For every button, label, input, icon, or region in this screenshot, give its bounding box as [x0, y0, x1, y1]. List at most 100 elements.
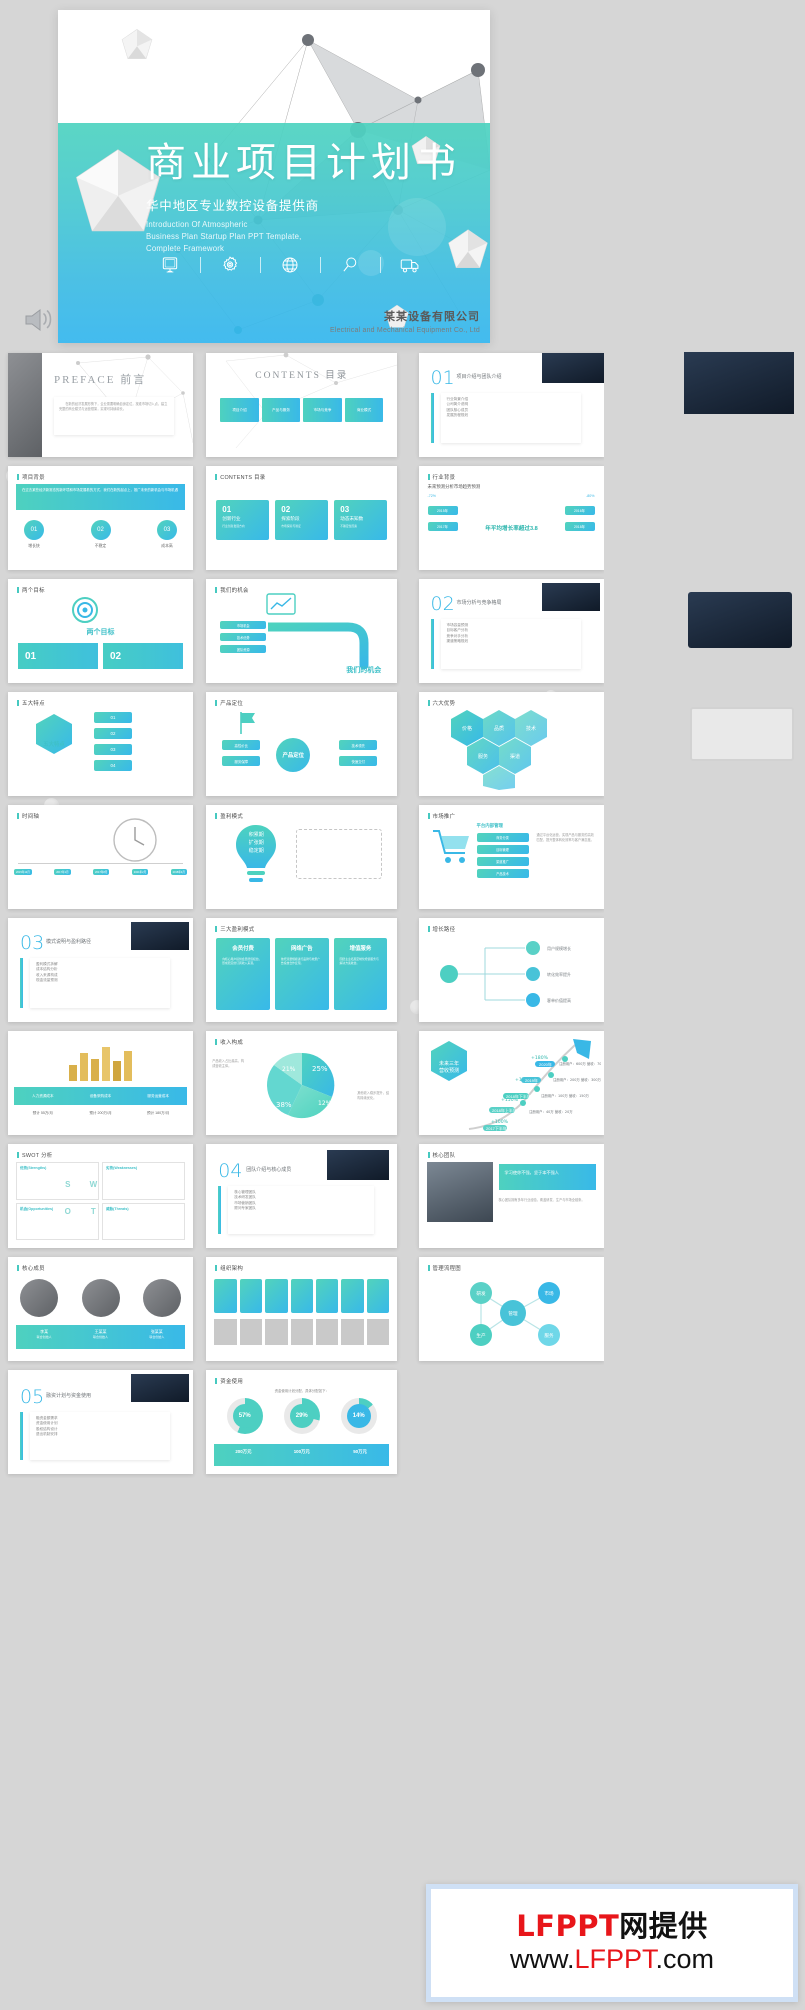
- pie-chart: 25% 38% 12% 21%: [267, 1052, 335, 1119]
- thumb-cell[interactable]: 收入构成 25% 38% 12% 21% 产品收入占比最高，构成营收主体。 其他…: [201, 1026, 402, 1139]
- slide-thumbnail[interactable]: 核心成员 李某 联合创始人 王某某 联合创始人 张某某 联合创始人: [8, 1257, 193, 1361]
- thumb-cell[interactable]: 核心团队 学习使你不强，坚于本不强人 核心团队拥有多年行业经验，覆盖研发、生产与…: [403, 1139, 604, 1252]
- slide-thumbnail[interactable]: 人力资源成本 设备采购成本 服务运营成本 预计 55万/月 预计 200万/月 …: [8, 1031, 193, 1135]
- slide-thumbnail[interactable]: 五大特点 五大特点 01 02 03 04: [8, 692, 193, 796]
- slide-heading: 三大盈利模式: [215, 925, 254, 933]
- thumb-cell[interactable]: 五大特点 五大特点 01 02 03 04: [0, 687, 201, 800]
- bullet-item: 渠道策略规划: [446, 639, 469, 644]
- thumb-cell[interactable]: 我们的机会 市场机会 技术优势 团队资源 我们的机会: [201, 574, 402, 687]
- slide-thumbnail[interactable]: 04 团队介绍与核心成员 核心管理团队 技术研发团队 市场营销团队 顾问专家团队: [206, 1144, 398, 1248]
- slide-thumbnail[interactable]: SWOT 分析 优势(Strengths) 劣势(Weaknesses) 机会(…: [8, 1144, 193, 1248]
- slide-thumbnail[interactable]: 05 融资计划与资金使用 融资金额需求 资金使用计划 股权结构设计 退出机制安排: [8, 1370, 193, 1474]
- slide-thumbnail[interactable]: 03 模式说明与盈利路径 盈利模式拆解 成本结构分析 收入来源构成 现金流量预测: [8, 918, 193, 1022]
- thumb-cell[interactable]: 组织架构: [201, 1252, 402, 1365]
- thumb-cell[interactable]: [604, 913, 805, 1026]
- thumb-cell[interactable]: 时间轴 2015年12月 2017年1月 2017年8月 2021年2月 201…: [0, 800, 201, 913]
- cost-value: 预计 180万/月: [146, 1111, 170, 1115]
- thumb-cell[interactable]: CONTENTS 目录 01 创新行业 行业创新发展方向 02 探索阶段 市场探索与验证…: [201, 461, 402, 574]
- hex-number: 03: [94, 744, 132, 755]
- slide-thumbnail[interactable]: 时间轴 2015年12月 2017年1月 2017年8月 2021年2月 201…: [8, 805, 193, 909]
- donut-pct: 14%: [346, 1404, 371, 1428]
- thumb-cell[interactable]: CONTENTS 目录 项目介绍 产品与服务 市场与竞争 商业模式: [201, 348, 402, 461]
- slide-heading: 资金使用: [215, 1377, 243, 1385]
- slide-thumbnail[interactable]: 01 项目介绍与团队介绍 行业背景介绍 公司简介说明 团队核心成员 发展历程规划: [418, 353, 604, 457]
- slide-thumbnail[interactable]: 管理流程图 研发 生产 管理 市场 服务: [418, 1257, 604, 1361]
- card-sub: 不确定性因素: [340, 524, 358, 528]
- thumb-cell[interactable]: 04 团队介绍与核心成员 核心管理团队 技术研发团队 市场营销团队 顾问专家团队: [201, 1139, 402, 1252]
- step-label: 不稳定: [94, 544, 107, 548]
- thumb-cell[interactable]: [403, 1365, 604, 1478]
- thumb-cell[interactable]: 行业背景 未来预测分析市场趋势预测 -72% -80% 2015年 2016年 …: [403, 461, 604, 574]
- thumb-cell[interactable]: SWOT 分析 优势(Strengths) 劣势(Weaknesses) 机会(…: [0, 1139, 201, 1252]
- thumb-cell[interactable]: 01 项目介绍与团队介绍 行业背景介绍 公司简介说明 团队核心成员 发展历程规划: [403, 348, 604, 461]
- thumb-cell[interactable]: 核心成员 李某 联合创始人 王某某 联合创始人 张某某 联合创始人: [0, 1252, 201, 1365]
- slide-thumbnail[interactable]: 未来三年 营收预测 +100%+150% +150%+180% 2017下半年: [418, 1031, 604, 1135]
- thumb-cell[interactable]: [604, 1365, 805, 1478]
- thumb-cell[interactable]: 03 模式说明与盈利路径 盈利模式拆解 成本结构分析 收入来源构成 现金流量预测: [0, 913, 201, 1026]
- monitor-icon[interactable]: [153, 255, 187, 275]
- cart-notes: 通过平台化运营，实现产品与服务的高效匹配，提升整体转化效率与客户满意度。: [536, 833, 594, 842]
- slide-heading: 管理流程图: [427, 1264, 461, 1272]
- swot-letter: S: [65, 1180, 71, 1189]
- slide-thumbnail[interactable]: 行业背景 未来预测分析市场趋势预测 -72% -80% 2015年 2016年 …: [418, 466, 604, 570]
- globe-icon[interactable]: [273, 255, 307, 275]
- thumb-cell[interactable]: 增长路径 用户规模增长 转化效率提升 客单价值提高: [403, 913, 604, 1026]
- gear-icon[interactable]: [213, 255, 247, 275]
- hero-title-slide[interactable]: 商业项目计划书 华中地区专业数控设备提供商 Introduction Of At…: [58, 10, 490, 343]
- donut-pct: 29%: [289, 1404, 314, 1428]
- slide-thumbnail[interactable]: CONTENTS 目录 项目介绍 产品与服务 市场与竞争 商业模式: [206, 353, 398, 457]
- thumb-cell[interactable]: [604, 574, 805, 687]
- svg-text:注册用户：40万 营收：20万: 注册用户：40万 营收：20万: [529, 1109, 573, 1114]
- thumb-cell[interactable]: [604, 1139, 805, 1252]
- flow-step: 市场机会: [220, 621, 267, 629]
- thumb-cell[interactable]: [604, 1026, 805, 1139]
- svg-text:用户规模增长: 用户规模增长: [547, 945, 571, 951]
- thumb-cell[interactable]: 02 市场分析与竞争格局 市场容量预测 目标客户分析 竞争对手分析 渠道策略规划: [403, 574, 604, 687]
- thumb-cell[interactable]: PREFACE 前言 在新的经济发展形势下，企业需要明确自身定位，找准市场切入点…: [0, 348, 201, 461]
- thumb-cell[interactable]: 市场推广 平台内部管理 商务分类 目标管理 渠道推广 产品技术 通过平台化运营，…: [403, 800, 604, 913]
- slide-thumbnail[interactable]: 项目背景 在过去某些经济新常态的新环境和市场发展着的方式，我们在新的起点上，推广…: [8, 466, 193, 570]
- slide-thumbnail[interactable]: 核心团队 学习使你不强，坚于本不强人 核心团队拥有多年行业经验，覆盖研发、生产与…: [418, 1144, 604, 1248]
- truck-icon[interactable]: [393, 255, 427, 275]
- thumb-row: 五大特点 五大特点 01 02 03 04 产品定位 高性价比 服务保障 产品定…: [0, 687, 805, 800]
- slide-thumbnail[interactable]: CONTENTS 目录 01 创新行业 行业创新发展方向 02 探索阶段 市场探索与验证…: [206, 466, 398, 570]
- thumb-cell[interactable]: [604, 800, 805, 913]
- cart-row: 渠道推广: [476, 857, 529, 866]
- cart-heading: 平台内部管理: [476, 823, 503, 828]
- slide-thumbnail[interactable]: 我们的机会 市场机会 技术优势 团队资源 我们的机会: [206, 579, 398, 683]
- magnifier-icon[interactable]: [333, 255, 367, 275]
- thumb-cell[interactable]: 三大盈利模式 会员付费 向核心用户提供会员增值权益，形成稳定的订阅收入来源。 网…: [201, 913, 402, 1026]
- slide-thumbnail[interactable]: 收入构成 25% 38% 12% 21% 产品收入占比最高，构成营收主体。 其他…: [206, 1031, 398, 1135]
- slide-thumbnail[interactable]: 两个目标 两个目标 01 02: [8, 579, 193, 683]
- thumb-cell[interactable]: 05 融资计划与资金使用 融资金额需求 资金使用计划 股权结构设计 退出机制安排: [0, 1365, 201, 1478]
- thumb-cell[interactable]: 人力资源成本 设备采购成本 服务运营成本 预计 55万/月 预计 200万/月 …: [0, 1026, 201, 1139]
- slide-heading: CONTENTS 目录: [215, 473, 265, 481]
- slide-thumbnail[interactable]: PREFACE 前言 在新的经济发展形势下，企业需要明确自身定位，找准市场切入点…: [8, 353, 193, 457]
- slide-thumbnail[interactable]: 组织架构: [206, 1257, 398, 1361]
- slide-thumbnail[interactable]: 02 市场分析与竞争格局 市场容量预测 目标客户分析 竞争对手分析 渠道策略规划: [418, 579, 604, 683]
- slide-thumbnail[interactable]: 产品定位 高性价比 服务保障 产品定位 技术领先 快速交付: [206, 692, 398, 796]
- thumb-cell[interactable]: 资金使用 资金使用计划分配，具体分配如下： 57% 29% 14% 200万元 …: [201, 1365, 402, 1478]
- thumb-cell[interactable]: [604, 687, 805, 800]
- slide-thumbnail[interactable]: 三大盈利模式 会员付费 向核心用户提供会员增值权益，形成稳定的订阅收入来源。 网…: [206, 918, 398, 1022]
- icon-divider: [367, 257, 393, 273]
- thumb-cell[interactable]: 未来三年 营收预测 +100%+150% +150%+180% 2017下半年: [403, 1026, 604, 1139]
- slide-thumbnail[interactable]: 盈利模式 积累期 扩张期 稳定期: [206, 805, 398, 909]
- thumb-cell[interactable]: [604, 461, 805, 574]
- slide-heading: 五大特点: [17, 699, 45, 707]
- slide-thumbnail[interactable]: 增长路径 用户规模增长 转化效率提升 客单价值提高: [418, 918, 604, 1022]
- slide-thumbnail[interactable]: 资金使用 资金使用计划分配，具体分配如下： 57% 29% 14% 200万元 …: [206, 1370, 398, 1474]
- thumb-cell[interactable]: 管理流程图 研发 生产 管理 市场 服务: [403, 1252, 604, 1365]
- thumb-cell[interactable]: 项目背景 在过去某些经济新常态的新环境和市场发展着的方式，我们在新的起点上，推广…: [0, 461, 201, 574]
- thumb-cell[interactable]: [604, 348, 805, 461]
- slide-thumbnail[interactable]: 市场推广 平台内部管理 商务分类 目标管理 渠道推广 产品技术 通过平台化运营，…: [418, 805, 604, 909]
- thumb-cell[interactable]: 盈利模式 积累期 扩张期 稳定期: [201, 800, 402, 913]
- slide-thumbnail[interactable]: 六大优势 价格 品质 服务 渠道 技术: [418, 692, 604, 796]
- flow-caption: 我们的机会: [346, 667, 382, 674]
- thumb-cell[interactable]: [604, 1252, 805, 1365]
- thumb-cell[interactable]: 产品定位 高性价比 服务保障 产品定位 技术领先 快速交付: [201, 687, 402, 800]
- slide-heading: 我们的机会: [215, 586, 248, 594]
- thumb-cell[interactable]: 两个目标 两个目标 01 02: [0, 574, 201, 687]
- thumb-cell[interactable]: 六大优势 价格 品质 服务 渠道 技术: [403, 687, 604, 800]
- step-number: 03: [157, 520, 177, 540]
